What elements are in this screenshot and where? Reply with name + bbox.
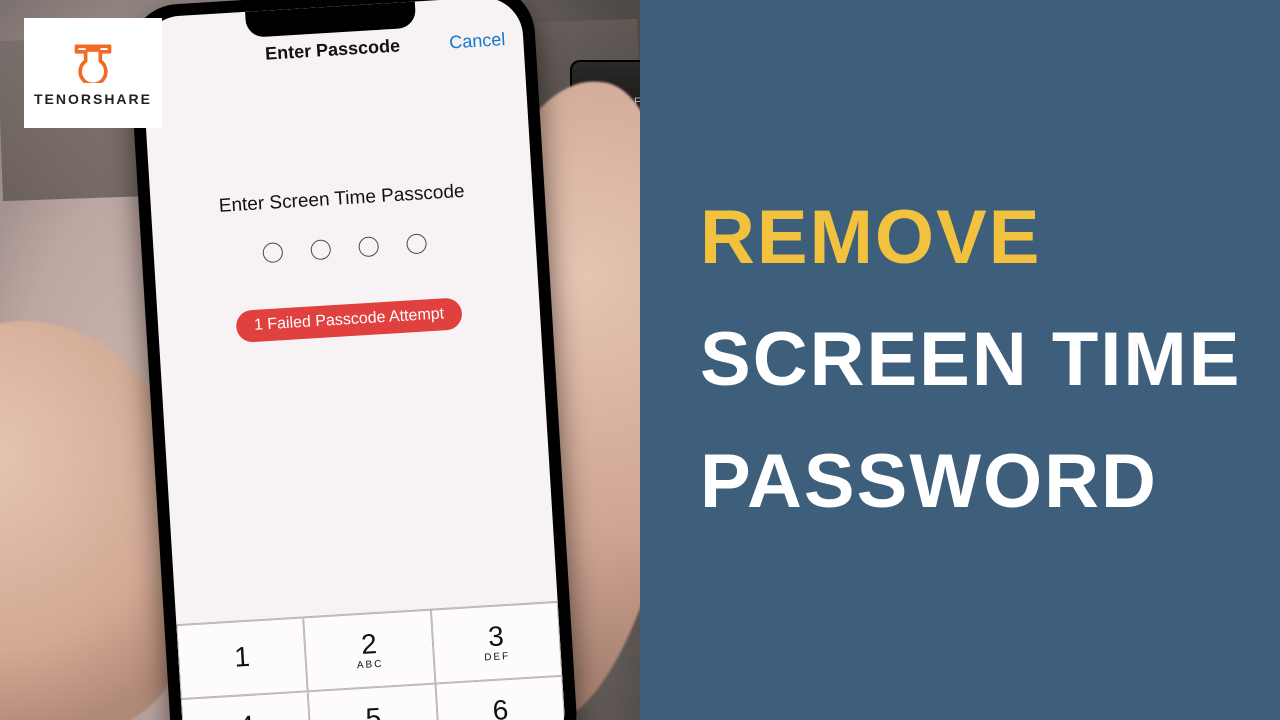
- brand-name: TENORSHARE: [34, 91, 152, 107]
- key-2[interactable]: 2 ABC: [303, 610, 435, 692]
- passcode-dots: [262, 233, 427, 263]
- tenorshare-logo-icon: [71, 39, 115, 83]
- iphone-screen: Enter Passcode Cancel Enter Screen Time …: [139, 0, 566, 720]
- key-1[interactable]: 1: [176, 617, 308, 699]
- passcode-dot: [358, 236, 379, 257]
- passcode-dot: [310, 239, 331, 260]
- title-line-3: PASSWORD: [700, 442, 1280, 522]
- key-number: 5: [365, 704, 382, 720]
- key-number: 3: [487, 622, 504, 651]
- key-3[interactable]: 3 DEF: [431, 602, 563, 684]
- cancel-button[interactable]: Cancel: [449, 29, 506, 53]
- navbar-title: Enter Passcode: [265, 36, 401, 65]
- iphone-device: Enter Passcode Cancel Enter Screen Time …: [127, 0, 580, 720]
- passcode-prompt: Enter Screen Time Passcode: [218, 181, 465, 218]
- passcode-dot: [406, 233, 427, 254]
- brand-badge: TENORSHARE: [24, 18, 162, 128]
- key-6[interactable]: 6 MNO: [435, 676, 567, 720]
- key-number: 6: [492, 696, 509, 720]
- title-line-2: SCREEN TIME: [700, 320, 1280, 400]
- key-letters: ABC: [357, 660, 384, 672]
- key-letters: DEF: [484, 652, 511, 664]
- passcode-body: Enter Screen Time Passcode 1 Failed Pass…: [143, 57, 558, 624]
- key-number: 1: [234, 643, 251, 672]
- title-line-1: REMOVE: [700, 198, 1280, 278]
- passcode-dot: [262, 242, 283, 263]
- key-number: 4: [238, 712, 255, 720]
- key-number: 2: [360, 630, 377, 659]
- failed-attempt-pill: 1 Failed Passcode Attempt: [235, 297, 463, 343]
- title-panel: REMOVE SCREEN TIME PASSWORD: [640, 0, 1280, 720]
